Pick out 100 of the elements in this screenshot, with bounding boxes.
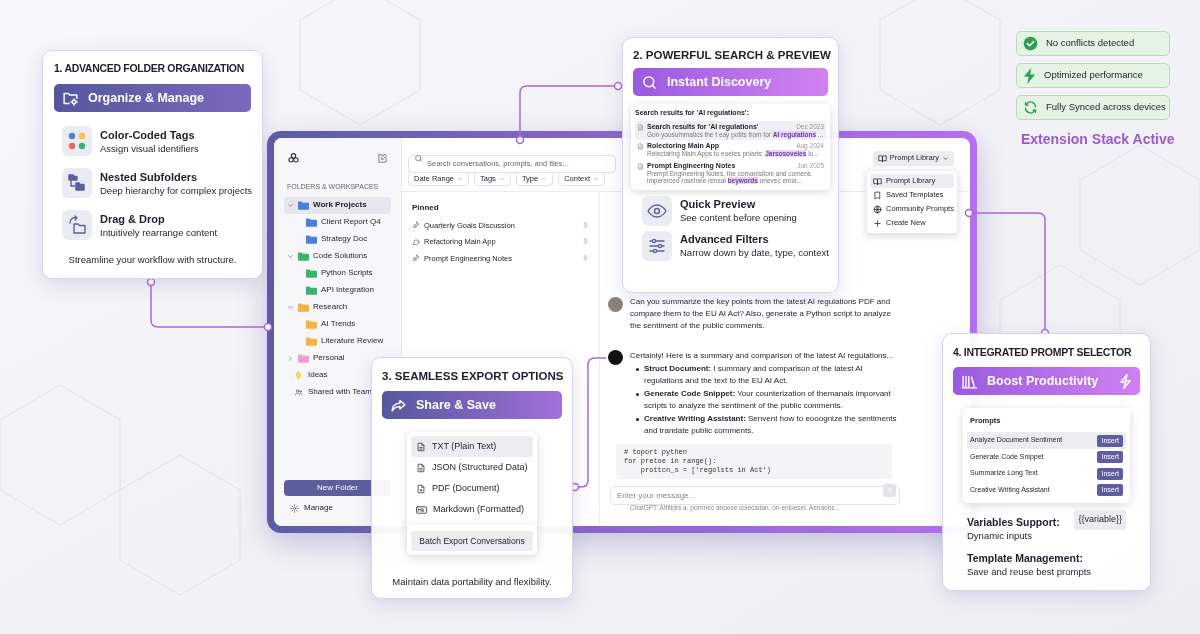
sidebar-item[interactable]: Ideas: [291, 366, 331, 384]
feature-description: Deep hierarchy for complex projects: [100, 183, 253, 197]
folder-item[interactable]: Research: [284, 298, 351, 316]
people-icon: [294, 387, 303, 397]
eye-icon: [642, 195, 672, 226]
assistant-avatar: [608, 350, 623, 365]
feature-description: Narrow down by date, type, context: [680, 246, 829, 259]
folder-item[interactable]: Python Scripts: [303, 264, 376, 282]
section-title: Pinned: [411, 202, 440, 214]
feature-description: Intuitively rearrange content: [100, 225, 218, 239]
banner-title: Organize & Manage: [88, 89, 204, 107]
manage-button[interactable]: Manage: [284, 502, 339, 514]
feature-description: Dynamic inputs: [967, 529, 1033, 543]
send-button[interactable]: [883, 484, 896, 497]
bullet-icon: [636, 418, 639, 421]
batch-export-button[interactable]: Batch Export Conversations: [411, 531, 533, 552]
banner-title: Instant Discovery: [667, 73, 772, 91]
chevron-down-icon: [593, 175, 599, 182]
folder-gear-icon: [62, 90, 79, 106]
search-icon: [414, 153, 423, 163]
feature-title: Color-Coded Tags: [100, 127, 196, 142]
subfolders-icon: [62, 168, 92, 198]
bullet-icon: [636, 393, 639, 396]
export-option[interactable]: TXT (Plain Text): [411, 436, 533, 457]
export-option[interactable]: PDF (Document): [411, 478, 533, 499]
document-icon: [637, 162, 644, 170]
tags-icon: [62, 126, 92, 156]
bookmark-icon: [873, 190, 882, 200]
card-footer: Streamline your workflow with structure.: [54, 253, 251, 268]
drag-drop-icon: [62, 210, 92, 240]
lightning-icon: [1119, 373, 1132, 389]
globe-icon: [873, 204, 882, 214]
pdf-file-icon: [416, 483, 426, 494]
sidebar-item[interactable]: Shared with Team: [291, 383, 375, 401]
variable-tag: {{variable}}: [1074, 510, 1126, 530]
flower-icon: [287, 152, 300, 165]
bullet-icon: [636, 368, 639, 371]
banner-title: Boost Productivity: [987, 372, 1099, 390]
sliders-icon: [642, 230, 672, 261]
folder-item[interactable]: Strategy Doc: [303, 230, 371, 248]
book-icon: [873, 176, 882, 186]
check-circle-icon: [1023, 36, 1038, 51]
pushpin-icon: [582, 238, 589, 246]
lightbulb-icon: [294, 370, 303, 380]
edit-icon: [377, 153, 388, 164]
feature-description: See content before opening: [680, 211, 797, 224]
document-icon: [416, 462, 426, 473]
status-text: Fully Synced across devices: [1046, 100, 1166, 115]
banner-title: Share & Save: [416, 396, 496, 414]
user-message: Can you summarize the key points from the latest AI regulations PDF and compare them to the EU AI Act? Also, generate a Python script to analyze the sentiment of the public comments.: [630, 296, 893, 332]
feature-title: Template Management:: [967, 552, 1084, 566]
message-input[interactable]: Enter your message...: [610, 486, 900, 505]
folder-item[interactable]: Literature Review: [303, 332, 387, 350]
pin-icon: [412, 254, 420, 263]
feature-description: Save and reuse best prompts: [967, 565, 1092, 579]
feature-title: Advanced Filters: [680, 232, 770, 246]
book-icon: [877, 153, 887, 163]
list-item: Generate Code Snippet: Your counterization of themanais imporvant scripts to analyze the sentiment of the public comments.: [644, 388, 892, 412]
sync-icon: [1023, 100, 1038, 115]
pushpin-icon: [582, 254, 589, 262]
document-icon: [637, 123, 644, 131]
plus-icon: [873, 218, 882, 228]
search-icon: [641, 73, 658, 91]
folder-item[interactable]: AI Trends: [303, 315, 359, 333]
user-avatar: [608, 297, 623, 312]
chevron-down-icon: [541, 175, 548, 182]
list-item: Struct Document: I summary and comparison of the latest AI regulations and the text to the EU AI Act.: [644, 363, 864, 387]
export-option[interactable]: JSON (Structured Data): [411, 457, 533, 478]
folder-item[interactable]: Code Solutions: [284, 247, 371, 265]
feature-title: Quick Preview: [680, 197, 757, 211]
feature-description: Assign visual identifiers: [100, 141, 199, 155]
chat-bubble-icon: [412, 237, 420, 246]
chevron-down-icon: [457, 175, 464, 182]
list-item: Creative Writing Assistant: Senvent how to eooognize the sentiments and trandate public comments.: [644, 413, 898, 437]
feature-title: Variables Support:: [967, 516, 1060, 530]
card-footer: Maintain data portability and flexibility.: [382, 575, 562, 590]
status-text: No conflicts detected: [1046, 36, 1135, 51]
folder-item[interactable]: API Integration: [303, 281, 377, 299]
chevron-down-icon: [498, 175, 505, 182]
pin-icon: [412, 221, 420, 230]
share-arrow-icon: [390, 397, 407, 413]
export-option[interactable]: Markdown (Formatted): [411, 499, 533, 520]
card-title: 3. SEAMLESS EXPORT OPTIONS: [382, 369, 564, 384]
card-title: 4. INTEGRATED PROMPT SELECTOR: [953, 345, 1132, 360]
feature-title: Nested Subfolders: [100, 169, 199, 184]
pushpin-icon: [582, 221, 589, 229]
chevron-down-icon: [942, 154, 949, 162]
status-text: Optimized performance: [1044, 68, 1143, 83]
folder-item[interactable]: Client Report Q4: [303, 213, 384, 231]
markdown-icon: [416, 504, 427, 515]
assistant-message: Certainly! Here is a summary and comparison of the latest AI regulations...: [630, 350, 895, 362]
document-icon: [416, 441, 426, 452]
feature-title: Drag & Drop: [100, 211, 166, 226]
books-icon: [961, 373, 978, 389]
card-title: 1. ADVANCED FOLDER ORGANIZATION: [54, 61, 244, 76]
folder-item[interactable]: Work Projects: [284, 196, 391, 214]
folder-item[interactable]: Personal: [284, 349, 348, 367]
card-title: 2. POWERFUL SEARCH & PREVIEW: [633, 48, 831, 63]
lightning-icon: [1023, 67, 1036, 84]
arrow-up-icon: [885, 486, 894, 495]
